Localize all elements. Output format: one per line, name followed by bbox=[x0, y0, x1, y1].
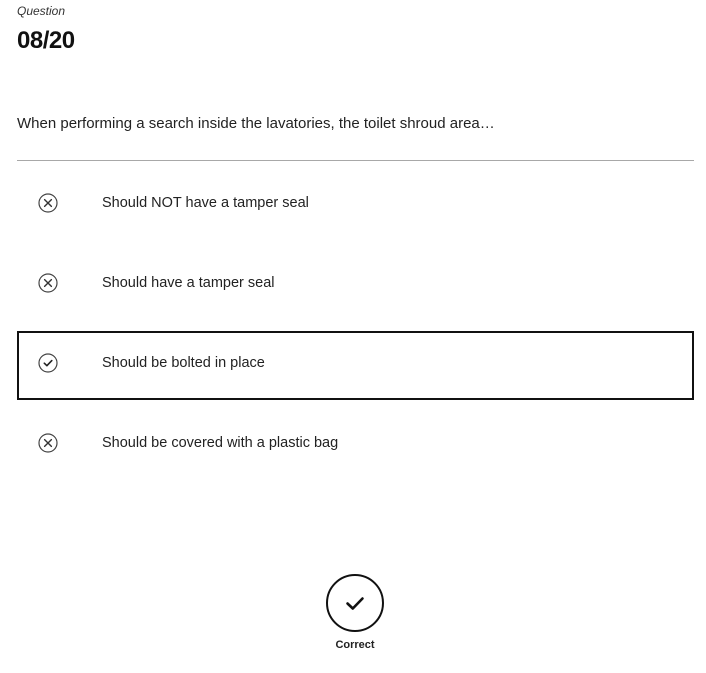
question-text: When performing a search inside the lava… bbox=[17, 115, 495, 132]
check-circle-icon bbox=[38, 353, 58, 373]
answer-option-label: Should be bolted in place bbox=[102, 355, 265, 371]
answer-option-label: Should be covered with a plastic bag bbox=[102, 435, 339, 451]
answer-option-1[interactable]: Should NOT have a tamper seal bbox=[17, 171, 694, 240]
x-circle-icon bbox=[38, 433, 58, 453]
result-indicator: Correct bbox=[323, 574, 387, 651]
checkmark-icon bbox=[326, 574, 384, 632]
x-circle-icon bbox=[38, 193, 58, 213]
answer-option-label: Should NOT have a tamper seal bbox=[102, 195, 309, 211]
question-number: 08/20 bbox=[17, 27, 75, 54]
x-circle-icon bbox=[38, 273, 58, 293]
divider bbox=[17, 160, 694, 161]
answer-options: Should NOT have a tamper seal Should hav… bbox=[17, 171, 694, 491]
quiz-page: Question 08/20 When performing a search … bbox=[0, 0, 706, 673]
result-label: Correct bbox=[335, 639, 375, 651]
answer-option-label: Should have a tamper seal bbox=[102, 275, 275, 291]
answer-option-2[interactable]: Should have a tamper seal bbox=[17, 251, 694, 320]
answer-option-3-selected[interactable]: Should be bolted in place bbox=[17, 331, 694, 400]
answer-option-4[interactable]: Should be covered with a plastic bag bbox=[17, 411, 694, 480]
question-label: Question bbox=[17, 4, 66, 18]
